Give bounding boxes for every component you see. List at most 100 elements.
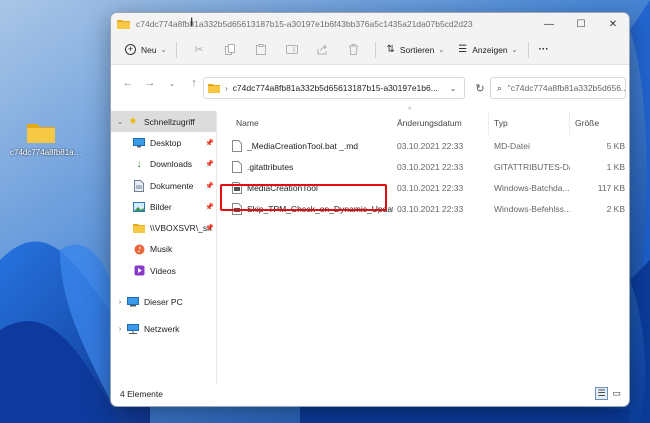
file-name-cell: .gitattributes bbox=[228, 156, 393, 177]
sort-button[interactable]: ⇅ Sortieren ⌄ bbox=[382, 39, 448, 61]
folder-icon bbox=[117, 20, 130, 29]
sidebar-item-label: Desktop bbox=[150, 137, 182, 148]
status-bar: 4 Elemente ☰ ▭ bbox=[111, 382, 629, 406]
pin-icon: 📌 bbox=[205, 203, 214, 211]
close-button[interactable]: ✕ bbox=[597, 13, 629, 35]
pin-icon: 📌 bbox=[205, 225, 214, 233]
sidebar-item-documents[interactable]: Dokumente 📌 bbox=[111, 175, 216, 196]
column-header-name[interactable]: Name bbox=[232, 111, 382, 135]
column-header-date[interactable]: Änderungsdatum bbox=[393, 111, 489, 135]
sidebar-item-pictures[interactable]: Bilder 📌 bbox=[111, 196, 216, 217]
file-type: Windows-Batchda... bbox=[494, 182, 570, 193]
new-button[interactable]: + Neu ⌄ bbox=[121, 39, 170, 61]
pin-icon: 📌 bbox=[205, 139, 214, 147]
file-date: 03.10.2021 22:33 bbox=[397, 161, 464, 172]
desktop-folder[interactable]: c74dc774a8fb81a33... bbox=[10, 120, 84, 157]
forward-arrow-icon[interactable]: → bbox=[139, 72, 161, 94]
chevron-down-icon: ⌄ bbox=[438, 46, 445, 54]
rename-icon[interactable] bbox=[276, 39, 307, 61]
tiles-view-icon[interactable]: ▭ bbox=[610, 387, 623, 400]
sidebar-item-label: Downloads bbox=[150, 159, 193, 170]
file-name-cell: _MediaCreationTool.bat _.md bbox=[228, 135, 393, 156]
chevron-down-icon: ⌄ bbox=[511, 46, 518, 54]
sidebar-item-label: \\VBOXSVR\_sh bbox=[150, 223, 212, 234]
minimize-button[interactable]: — bbox=[533, 13, 565, 35]
navigation-pane: ⌄ ★ Schnellzugriff Desktop 📌 ↓ Downloads… bbox=[111, 111, 217, 383]
address-bar[interactable]: › c74dc774a8fb81a332b5d65613187b15-a3019… bbox=[203, 77, 465, 99]
maximize-button[interactable]: ☐ bbox=[565, 13, 597, 35]
file-type: GITATTRIBUTES-Da... bbox=[494, 161, 570, 172]
table-row[interactable]: _MediaCreationTool.bat _.md 03.10.2021 2… bbox=[218, 135, 629, 156]
sidebar-item-quick-access[interactable]: ⌄ ★ Schnellzugriff bbox=[111, 111, 216, 133]
title-bar[interactable]: c74dc774a8fb81a332b5d65613187b15-a30197e… bbox=[111, 13, 629, 35]
share-icon[interactable] bbox=[307, 39, 338, 61]
file-date: 03.10.2021 22:33 bbox=[397, 182, 464, 193]
chevron-down-icon: ⌄ bbox=[160, 46, 167, 54]
desktop-icon bbox=[133, 137, 145, 149]
file-type: MD-Datei bbox=[494, 140, 530, 151]
file-size: 5 KB bbox=[606, 140, 625, 151]
music-icon: ♪ bbox=[133, 243, 145, 255]
sidebar-item-this-pc[interactable]: › Dieser PC bbox=[111, 291, 216, 312]
file-icon bbox=[232, 160, 242, 173]
file-explorer-window: c74dc774a8fb81a332b5d65613187b15-a30197e… bbox=[110, 12, 630, 407]
chevron-down-icon[interactable]: ⌄ bbox=[442, 84, 464, 93]
star-icon: ★ bbox=[128, 116, 138, 128]
folder-icon bbox=[208, 84, 220, 93]
pc-icon bbox=[127, 296, 139, 308]
view-icon: ☰ bbox=[458, 44, 468, 55]
view-button-label: Anzeigen bbox=[472, 44, 508, 55]
view-button[interactable]: ☰ Anzeigen ⌄ bbox=[454, 39, 521, 61]
search-placeholder: "c74dc774a8fb81a332b5d656... bbox=[507, 83, 626, 93]
column-header-type[interactable]: Typ bbox=[490, 111, 570, 135]
sidebar-item-label: Musik bbox=[150, 244, 173, 255]
toolbar-divider bbox=[527, 41, 529, 58]
file-list: ^ Name Änderungsdatum Typ Größe _MediaCr… bbox=[218, 107, 629, 383]
file-size: 117 KB bbox=[597, 182, 625, 193]
back-arrow-icon[interactable]: ← bbox=[117, 72, 139, 94]
sidebar-item-label: Netzwerk bbox=[144, 324, 180, 335]
toolbar-divider bbox=[375, 41, 377, 58]
sidebar-item-label: Dokumente bbox=[150, 180, 194, 191]
sidebar-item-downloads[interactable]: ↓ Downloads 📌 bbox=[111, 154, 216, 175]
pictures-icon bbox=[133, 201, 145, 213]
up-arrow-icon[interactable]: ↑ bbox=[183, 72, 205, 94]
sort-button-label: Sortieren bbox=[399, 44, 435, 55]
sidebar-item-label: Bilder bbox=[150, 201, 172, 212]
refresh-icon[interactable]: ↻ bbox=[469, 77, 491, 99]
text-cursor-icon: I bbox=[190, 15, 194, 29]
file-icon bbox=[232, 139, 242, 152]
sidebar-item-videos[interactable]: Videos bbox=[111, 260, 216, 281]
more-options-button[interactable]: ··· bbox=[535, 39, 553, 61]
file-type: Windows-Befehlss... bbox=[494, 203, 570, 214]
table-row[interactable]: .gitattributes 03.10.2021 22:33 GITATTRI… bbox=[218, 156, 629, 177]
video-icon bbox=[133, 265, 145, 277]
file-name: .gitattributes bbox=[247, 161, 294, 172]
sidebar-item-network[interactable]: › Netzwerk bbox=[111, 319, 216, 340]
network-folder-icon bbox=[133, 222, 145, 234]
desktop-folder-label: c74dc774a8fb81a33... bbox=[10, 148, 84, 157]
item-count: 4 Elemente bbox=[120, 389, 163, 399]
toolbar-divider bbox=[176, 41, 178, 58]
column-header-size[interactable]: Größe bbox=[571, 111, 629, 135]
copy-icon[interactable] bbox=[214, 39, 245, 61]
details-view-icon[interactable]: ☰ bbox=[595, 387, 608, 400]
chevron-right-icon[interactable]: › bbox=[115, 299, 125, 306]
paste-icon[interactable] bbox=[245, 39, 276, 61]
sidebar-item-label: Dieser PC bbox=[144, 297, 183, 308]
file-date: 03.10.2021 22:33 bbox=[397, 140, 464, 151]
recent-locations-chevron-icon[interactable]: ⌄ bbox=[161, 72, 183, 94]
chevron-down-icon[interactable]: ⌄ bbox=[115, 118, 125, 126]
sidebar-item-vboxsvr[interactable]: \\VBOXSVR\_sh 📌 bbox=[111, 217, 216, 238]
sidebar-item-music[interactable]: ♪ Musik bbox=[111, 239, 216, 260]
search-input[interactable]: ⌕ "c74dc774a8fb81a332b5d656... bbox=[490, 77, 626, 99]
sidebar-item-desktop[interactable]: Desktop 📌 bbox=[111, 132, 216, 153]
column-header-row: ^ Name Änderungsdatum Typ Größe bbox=[218, 107, 629, 135]
delete-icon[interactable] bbox=[338, 39, 369, 61]
folder-icon bbox=[27, 124, 55, 143]
svg-text:♪: ♪ bbox=[137, 246, 141, 254]
document-icon bbox=[133, 179, 145, 192]
chevron-right-icon[interactable]: › bbox=[115, 326, 125, 333]
cut-icon[interactable]: ✂ bbox=[183, 39, 214, 61]
